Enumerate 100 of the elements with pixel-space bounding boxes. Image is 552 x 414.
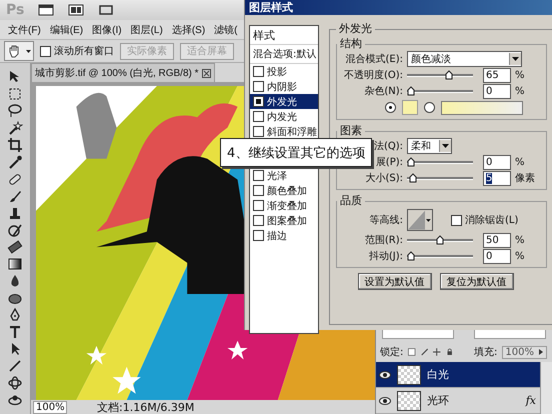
slider-thumb[interactable] — [409, 173, 418, 183]
slider-thumb[interactable] — [436, 235, 444, 245]
screen-mode-icon[interactable] — [98, 4, 114, 16]
list-item[interactable]: 投影 — [250, 64, 318, 79]
list-item[interactable]: 颜色叠加 — [250, 183, 318, 198]
item-label: 投影 — [267, 66, 287, 78]
fill-field[interactable]: 100% — [502, 346, 547, 359]
unit-label: % — [515, 86, 525, 96]
document-info: 文档:1.16M/6.39M — [97, 400, 194, 414]
menu-item[interactable]: 文件(F) — [8, 22, 41, 36]
list-item[interactable]: 内阴影 — [250, 79, 318, 94]
dropdown-arrow-icon — [442, 144, 449, 148]
list-item[interactable]: 内发光 — [250, 109, 318, 124]
scrollbar[interactable] — [540, 362, 552, 414]
lasso-icon[interactable] — [7, 103, 23, 119]
list-item[interactable]: 斜面和浮雕 — [250, 124, 318, 139]
eyedropper-icon[interactable] — [7, 154, 23, 170]
slider[interactable] — [407, 157, 473, 167]
magic-wand-icon[interactable] — [7, 120, 23, 136]
menu-item[interactable]: 图像(I) — [92, 22, 122, 36]
dialog-button[interactable]: 复位为默认值 — [440, 273, 514, 290]
zoom-field[interactable]: 100% — [33, 400, 67, 414]
checkbox[interactable] — [253, 111, 264, 122]
gradient-icon[interactable] — [7, 256, 23, 272]
eye-icon[interactable] — [379, 370, 391, 378]
group-title: 品质 — [339, 195, 363, 207]
unit-label: % — [515, 70, 525, 80]
crop-icon[interactable] — [7, 137, 23, 153]
checkbox[interactable] — [253, 81, 264, 92]
slider[interactable] — [407, 251, 473, 261]
checkbox[interactable] — [253, 200, 264, 211]
number-field[interactable]: 0 — [483, 248, 511, 264]
slider[interactable] — [407, 86, 473, 96]
list-item[interactable]: 描边 — [250, 228, 318, 243]
unit-label: 像素 — [515, 172, 535, 185]
rotate-3d-icon[interactable] — [7, 375, 23, 391]
menu-item[interactable]: 滤镜( — [214, 22, 238, 36]
tool-preset-picker[interactable] — [4, 41, 34, 61]
number-field[interactable]: 5 — [483, 170, 511, 186]
gradient-picker[interactable] — [441, 100, 523, 114]
dropdown[interactable]: 颜色减淡 — [407, 51, 522, 67]
menu-item[interactable]: 编辑(E) — [50, 22, 84, 36]
lock-icon[interactable] — [446, 347, 453, 358]
slider[interactable] — [407, 173, 473, 183]
opacity-field[interactable] — [474, 330, 546, 339]
marquee-icon[interactable] — [7, 86, 23, 102]
slider-thumb[interactable] — [407, 157, 415, 167]
blend-mode-dropdown[interactable] — [382, 330, 454, 339]
slider-thumb[interactable] — [407, 86, 415, 96]
list-item[interactable]: 光泽 — [250, 168, 318, 183]
close-icon[interactable] — [202, 68, 211, 78]
dropdown[interactable]: 柔和 — [407, 138, 452, 154]
checkbox[interactable] — [253, 215, 264, 226]
contour-picker[interactable] — [407, 209, 433, 231]
group-title: 图素 — [339, 125, 363, 137]
number-field[interactable]: 65 — [483, 68, 511, 82]
slider-thumb[interactable] — [407, 251, 415, 261]
layer-row[interactable]: 白光 — [376, 362, 540, 388]
number-field[interactable]: 0 — [483, 84, 511, 98]
dialog-button[interactable]: 设置为默认值 — [358, 273, 432, 290]
number-field[interactable]: 0 — [483, 154, 511, 170]
group-title: 结构 — [339, 38, 363, 50]
number-field[interactable]: 50 — [483, 232, 511, 248]
slider-thumb[interactable] — [444, 70, 453, 80]
checkbox[interactable] — [253, 185, 264, 196]
list-item[interactable]: 渐变叠加 — [250, 198, 318, 213]
list-item[interactable]: 图案叠加 — [250, 213, 318, 228]
checkbox[interactable] — [253, 230, 264, 241]
field-label: 法(Q): — [374, 140, 403, 153]
color-swatch[interactable] — [402, 100, 418, 115]
checkbox[interactable] — [40, 46, 51, 56]
checkbox[interactable] — [253, 66, 264, 77]
checkbox[interactable] — [253, 126, 264, 137]
menu-item[interactable]: 图层(L) — [130, 22, 163, 36]
move-icon[interactable] — [433, 347, 441, 358]
checkbox[interactable] — [253, 96, 264, 107]
dropdown-arrow-icon — [512, 57, 519, 61]
list-item[interactable]: 混合选项:默认 — [250, 45, 318, 64]
layer-row[interactable]: 光环 fx — [376, 388, 540, 414]
checkbox[interactable] — [253, 170, 264, 181]
menu-item[interactable]: 选择(S) — [172, 22, 206, 36]
dialog-title: 图层样式 — [249, 0, 293, 15]
type-tool-icon[interactable] — [7, 324, 23, 340]
line-tool-icon[interactable] — [7, 358, 23, 374]
item-label: 描边 — [267, 230, 287, 242]
effects-badge[interactable]: fx — [526, 394, 536, 407]
slider[interactable] — [407, 70, 473, 80]
item-label: 斜面和浮雕 — [267, 126, 317, 138]
stamp-icon[interactable] — [7, 205, 23, 221]
caret-icon — [26, 50, 31, 52]
radio-button[interactable] — [385, 102, 396, 113]
slider[interactable] — [407, 235, 473, 245]
checkbox[interactable] — [451, 214, 462, 226]
eye-icon[interactable] — [379, 396, 391, 404]
layer-name: 光环 — [427, 393, 449, 408]
caret-icon — [426, 218, 431, 222]
document-tab[interactable]: 城市剪影.tif @ 100% (白光, RGB/8) * — [31, 63, 215, 82]
layout-icon[interactable] — [68, 4, 84, 16]
radio-button[interactable] — [424, 102, 435, 113]
list-item[interactable]: 外发光 — [250, 94, 318, 109]
